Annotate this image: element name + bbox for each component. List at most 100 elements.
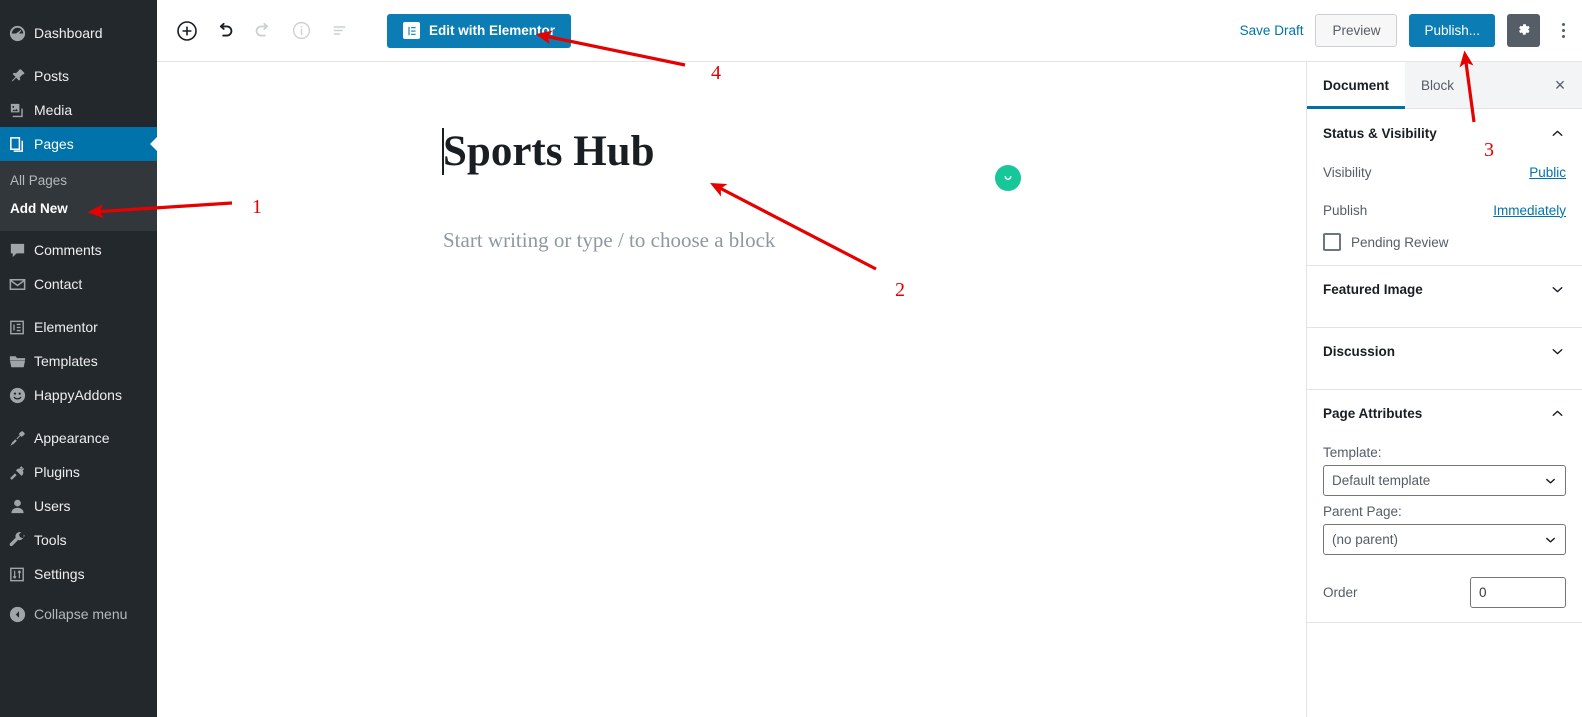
undo-icon[interactable] bbox=[207, 13, 243, 49]
wordpress-block-editor: Dashboard Posts Media Pages All Pages Ad… bbox=[0, 0, 1582, 717]
dashboard-icon bbox=[8, 23, 34, 43]
sidebar-item-label: Templates bbox=[34, 353, 98, 369]
publish-button[interactable]: Publish... bbox=[1409, 14, 1495, 47]
annotation-number-1: 1 bbox=[252, 196, 262, 218]
publish-label: Publish bbox=[1323, 202, 1368, 218]
annotation-number-3: 3 bbox=[1484, 139, 1494, 161]
order-input[interactable] bbox=[1470, 577, 1566, 608]
chevron-up-icon bbox=[1549, 125, 1566, 142]
template-label: Template: bbox=[1323, 445, 1382, 460]
preview-button[interactable]: Preview bbox=[1315, 14, 1398, 47]
pending-review-checkbox[interactable] bbox=[1323, 233, 1341, 251]
sidebar-item-label: Tools bbox=[34, 532, 67, 548]
more-options-icon[interactable] bbox=[1552, 14, 1574, 47]
dot bbox=[1561, 23, 1565, 26]
happy-smile-icon[interactable] bbox=[995, 165, 1021, 191]
default-block-placeholder[interactable]: Start writing or type / to choose a bloc… bbox=[443, 228, 775, 253]
sidebar-item-label: Contact bbox=[34, 276, 83, 292]
envelope-icon bbox=[8, 274, 34, 294]
pages-icon bbox=[8, 134, 34, 154]
sidebar-separator bbox=[0, 412, 157, 421]
list-view-icon[interactable] bbox=[321, 13, 357, 49]
editor-canvas[interactable]: Sports Hub Start writing or type / to ch… bbox=[157, 62, 1306, 717]
sidebar-item-label: Plugins bbox=[34, 464, 80, 480]
parent-page-selected-value: (no parent) bbox=[1332, 532, 1399, 547]
save-draft-button[interactable]: Save Draft bbox=[1240, 23, 1304, 38]
user-icon bbox=[8, 496, 34, 516]
row-visibility: Visibility Public bbox=[1323, 157, 1566, 187]
sidebar-item-happyaddons[interactable]: HappyAddons bbox=[0, 378, 157, 412]
elementor-icon bbox=[8, 317, 34, 337]
parent-page-label: Parent Page: bbox=[1323, 504, 1402, 519]
sidebar-item-settings[interactable]: Settings bbox=[0, 557, 157, 591]
section-header[interactable]: Discussion bbox=[1323, 328, 1566, 375]
parent-page-select[interactable]: (no parent) bbox=[1323, 524, 1566, 555]
info-icon[interactable] bbox=[283, 13, 319, 49]
row-order: Order bbox=[1323, 577, 1566, 608]
tab-block[interactable]: Block bbox=[1405, 62, 1470, 108]
section-header[interactable]: Page Attributes bbox=[1323, 390, 1566, 437]
collapse-menu-label: Collapse menu bbox=[34, 606, 128, 622]
section-featured-image: Featured Image bbox=[1307, 266, 1582, 328]
toolbar-left-group: Edit with Elementor bbox=[157, 13, 572, 49]
submenu-item-all-pages[interactable]: All Pages bbox=[0, 167, 157, 195]
sidebar-item-tools[interactable]: Tools bbox=[0, 523, 157, 557]
sidebar-item-media[interactable]: Media bbox=[0, 93, 157, 127]
sidebar-item-dashboard[interactable]: Dashboard bbox=[0, 16, 157, 50]
brush-icon bbox=[8, 428, 34, 448]
publish-value-link[interactable]: Immediately bbox=[1493, 203, 1566, 218]
document-settings-panel: Document Block × Status & Visibility Vis… bbox=[1306, 62, 1582, 717]
edit-with-elementor-label: Edit with Elementor bbox=[429, 23, 556, 38]
settings-gear-button[interactable] bbox=[1507, 14, 1540, 47]
section-discussion: Discussion bbox=[1307, 328, 1582, 390]
toolbar-right-group: Save Draft Preview Publish... bbox=[1240, 14, 1582, 47]
post-title[interactable]: Sports Hub bbox=[443, 127, 655, 176]
edit-with-elementor-button[interactable]: Edit with Elementor bbox=[387, 13, 572, 48]
sidebar-item-templates[interactable]: Templates bbox=[0, 344, 157, 378]
section-header[interactable]: Status & Visibility bbox=[1323, 109, 1566, 157]
section-status-visibility: Status & Visibility Visibility Public Pu… bbox=[1307, 109, 1582, 266]
elementor-icon bbox=[403, 22, 420, 39]
sidebar-item-plugins[interactable]: Plugins bbox=[0, 455, 157, 489]
redo-icon[interactable] bbox=[245, 13, 281, 49]
add-block-icon[interactable] bbox=[169, 13, 205, 49]
sidebar-item-posts[interactable]: Posts bbox=[0, 59, 157, 93]
sidebar-item-label: Posts bbox=[34, 68, 70, 84]
sidebar-item-users[interactable]: Users bbox=[0, 489, 157, 523]
sidebar-item-appearance[interactable]: Appearance bbox=[0, 421, 157, 455]
row-pending-review: Pending Review bbox=[1323, 233, 1566, 251]
section-page-attributes: Page Attributes Template: Default templa… bbox=[1307, 390, 1582, 623]
chevron-up-icon bbox=[1549, 405, 1566, 422]
plug-icon bbox=[8, 462, 34, 482]
sidebar-item-label: Settings bbox=[34, 566, 85, 582]
admin-sidebar: Dashboard Posts Media Pages All Pages Ad… bbox=[0, 0, 157, 717]
template-selected-value: Default template bbox=[1332, 473, 1431, 488]
template-select[interactable]: Default template bbox=[1323, 465, 1566, 496]
visibility-label: Visibility bbox=[1323, 164, 1372, 180]
panel-tabs: Document Block × bbox=[1307, 62, 1582, 109]
sidebar-item-pages[interactable]: Pages bbox=[0, 127, 157, 161]
section-title: Page Attributes bbox=[1323, 406, 1423, 421]
sidebar-item-label: Elementor bbox=[34, 319, 98, 335]
section-header[interactable]: Featured Image bbox=[1323, 266, 1566, 313]
pending-review-label: Pending Review bbox=[1351, 234, 1449, 250]
editor-toolbar: Edit with Elementor Save Draft Preview P… bbox=[157, 0, 1582, 62]
sidebar-item-label: Dashboard bbox=[34, 25, 103, 41]
pin-icon bbox=[8, 66, 34, 86]
pages-submenu: All Pages Add New bbox=[0, 161, 157, 231]
sidebar-item-elementor[interactable]: Elementor bbox=[0, 310, 157, 344]
sidebar-item-label: Users bbox=[34, 498, 71, 514]
collapse-arrow-icon bbox=[8, 604, 34, 624]
sidebar-item-contact[interactable]: Contact bbox=[0, 267, 157, 301]
visibility-value-link[interactable]: Public bbox=[1529, 165, 1566, 180]
collapse-menu-button[interactable]: Collapse menu bbox=[0, 597, 157, 631]
submenu-item-add-new[interactable]: Add New bbox=[0, 195, 157, 223]
tab-document[interactable]: Document bbox=[1307, 62, 1406, 109]
chevron-down-icon bbox=[1543, 532, 1558, 547]
section-title: Discussion bbox=[1323, 344, 1396, 359]
chevron-down-icon bbox=[1549, 343, 1566, 360]
sliders-icon bbox=[8, 564, 34, 584]
sidebar-item-comments[interactable]: Comments bbox=[0, 233, 157, 267]
close-icon[interactable]: × bbox=[1538, 62, 1582, 108]
section-title: Status & Visibility bbox=[1323, 125, 1437, 141]
